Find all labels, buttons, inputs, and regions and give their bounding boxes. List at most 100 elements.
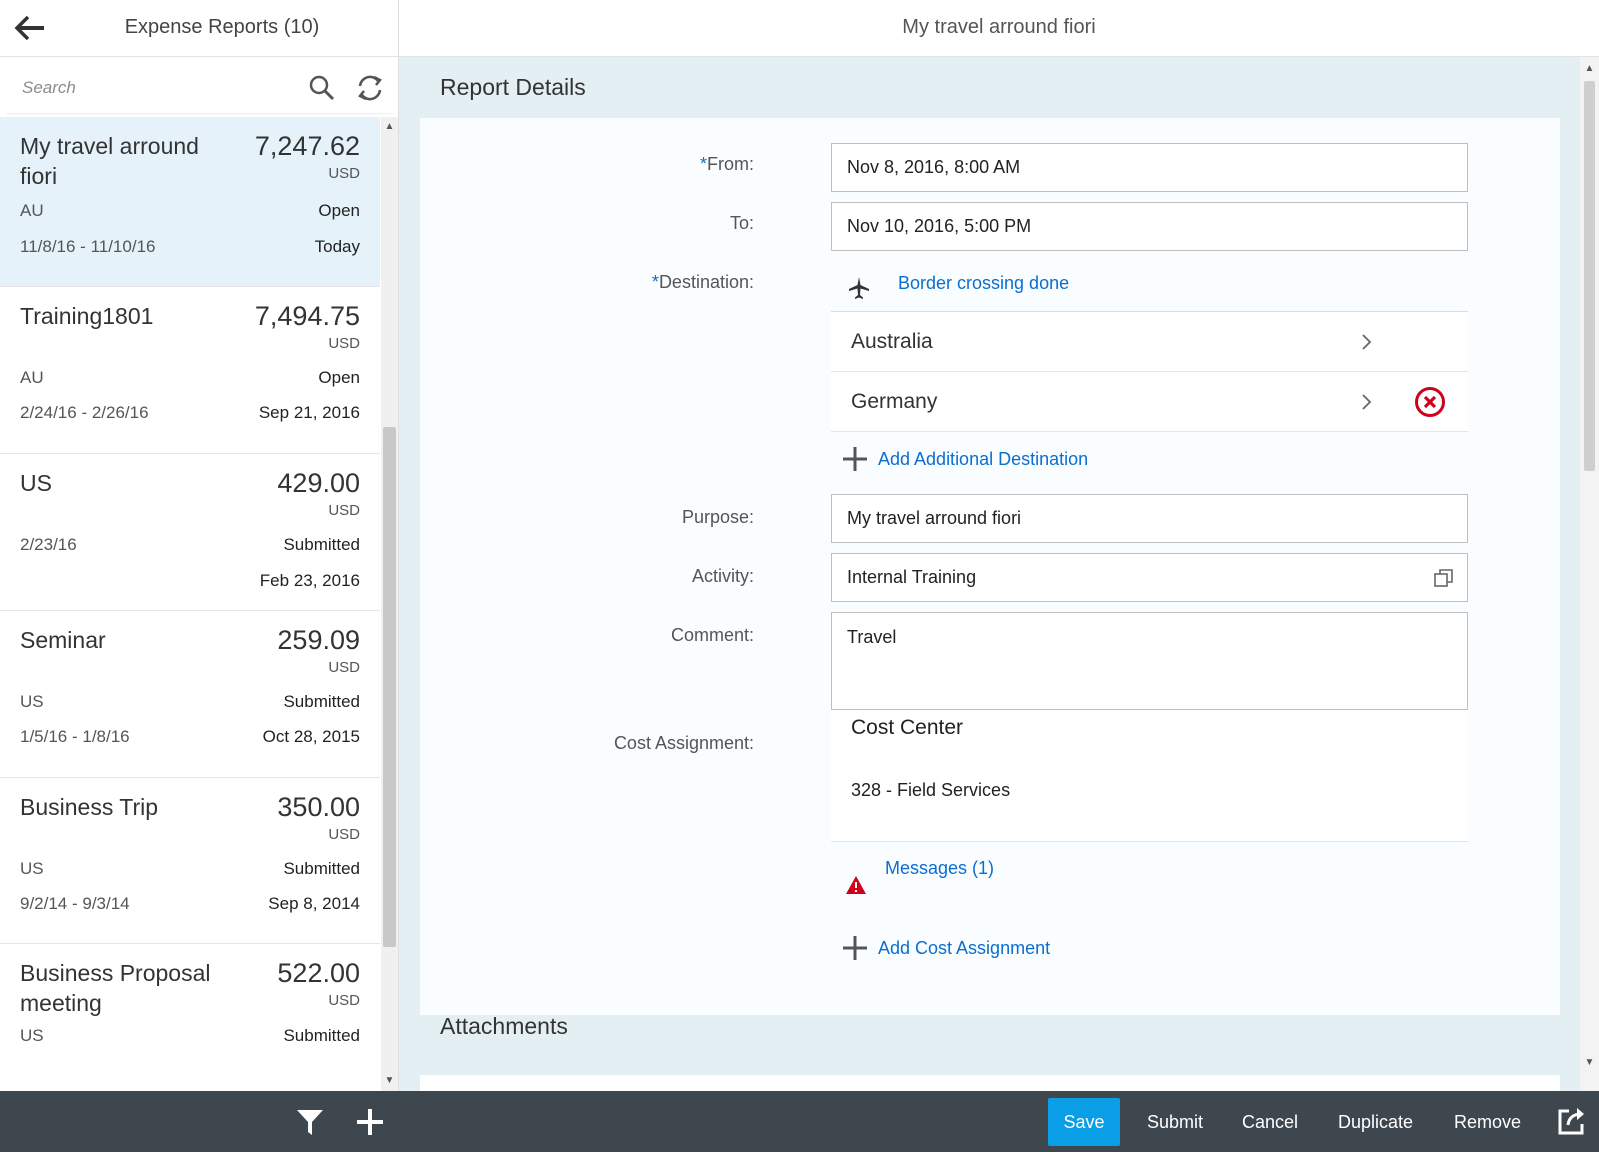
item-status: Open <box>318 368 360 387</box>
purpose-field[interactable] <box>831 494 1468 543</box>
comment-field[interactable]: Travel <box>831 612 1468 710</box>
list-item[interactable]: US 429.00 USD 2/23/16 Submitted Feb 23, … <box>0 454 380 611</box>
purpose-input[interactable] <box>832 495 1467 542</box>
item-currency: USD <box>328 502 360 519</box>
section-report-details: Report Details <box>440 74 586 100</box>
item-country: US <box>20 1026 44 1045</box>
item-amount: 7,494.75 <box>254 301 360 331</box>
list-item[interactable]: Business Trip 350.00 USD US Submitted 9/… <box>0 778 380 944</box>
add-icon[interactable] <box>842 935 868 961</box>
item-title: My travel arround fiori <box>20 133 199 189</box>
item-amount: 522.00 <box>277 958 360 988</box>
filter-icon[interactable] <box>294 1106 326 1138</box>
detail-scrollbar[interactable]: ▲ ▼ <box>1580 57 1599 1091</box>
item-date: Sep 21, 2016 <box>258 403 360 422</box>
border-crossing-link[interactable]: Border crossing done <box>898 273 1069 294</box>
expense-report-list: My travel arround fiori 7,247.62 USD AU … <box>0 117 380 1091</box>
item-date: Feb 23, 2016 <box>259 571 360 590</box>
airplane-icon <box>848 276 870 300</box>
scrollbar-thumb[interactable] <box>1584 81 1595 471</box>
item-currency: USD <box>328 335 360 352</box>
list-item[interactable]: My travel arround fiori 7,247.62 USD AU … <box>0 117 380 287</box>
master-pane: Expense Reports (10) My travel arround f… <box>0 0 399 1091</box>
list-item[interactable]: Business Proposal meeting 522.00 USD US … <box>0 944 380 1091</box>
scrollbar-thumb[interactable] <box>383 427 396 947</box>
destination-item-germany[interactable]: Germany <box>831 372 1468 432</box>
activity-field[interactable] <box>831 553 1468 602</box>
back-arrow-icon[interactable] <box>14 14 46 42</box>
add-icon[interactable] <box>354 1106 386 1138</box>
to-input[interactable] <box>832 203 1467 250</box>
item-country: US <box>20 859 44 878</box>
item-currency: USD <box>328 992 360 1009</box>
cost-type: Cost Center <box>851 716 964 739</box>
detail-pane: My travel arround fiori Report Details *… <box>399 0 1599 1095</box>
item-title: Business Proposal meeting <box>20 960 211 1016</box>
master-title: Expense Reports (10) <box>124 16 320 38</box>
item-date: Oct 28, 2015 <box>262 727 360 746</box>
search-icon[interactable] <box>308 74 336 102</box>
comment-textarea[interactable]: Travel <box>832 613 1467 709</box>
item-country: AU <box>20 368 44 387</box>
item-amount: 7,247.62 <box>254 131 360 161</box>
list-item[interactable]: Seminar 259.09 USD US Submitted 1/5/16 -… <box>0 611 380 778</box>
chevron-right-icon <box>1361 392 1373 412</box>
item-date-range: 9/2/14 - 9/3/14 <box>20 894 130 913</box>
item-title: Seminar <box>20 627 106 653</box>
activity-input[interactable] <box>832 554 1467 601</box>
item-date-range: 2/23/16 <box>20 535 77 554</box>
search-bar <box>6 64 393 114</box>
item-date: Today <box>314 237 360 256</box>
submit-button[interactable]: Submit <box>1133 1098 1217 1146</box>
scroll-down-icon[interactable]: ▼ <box>1584 1057 1595 1068</box>
destination-list: Australia Germany <box>831 311 1468 432</box>
item-status: Open <box>318 201 360 220</box>
from-input[interactable] <box>832 144 1467 191</box>
cost-assignment-label: Cost Assignment: <box>613 733 754 753</box>
from-field[interactable] <box>831 143 1468 192</box>
destination-label: *Destination: <box>651 272 754 292</box>
master-scrollbar[interactable]: ▲ ▼ <box>381 117 398 1091</box>
item-status: Submitted <box>283 1026 360 1045</box>
cost-assignment-box[interactable]: Cost Center 328 - Field Services <box>831 710 1468 842</box>
item-date-range: 1/5/16 - 1/8/16 <box>20 727 130 746</box>
to-label: To: <box>729 213 754 233</box>
cost-value: 328 - Field Services <box>851 780 1011 800</box>
item-date: Sep 8, 2014 <box>268 894 360 913</box>
value-help-icon[interactable] <box>1433 568 1455 588</box>
add-destination-link[interactable]: Add Additional Destination <box>878 449 1088 470</box>
scroll-up-icon[interactable]: ▲ <box>384 121 395 132</box>
duplicate-button[interactable]: Duplicate <box>1324 1098 1427 1146</box>
scroll-down-icon[interactable]: ▼ <box>384 1075 395 1086</box>
refresh-icon[interactable] <box>356 74 384 102</box>
item-title: US <box>20 470 52 496</box>
add-cost-assignment-link[interactable]: Add Cost Assignment <box>878 938 1050 959</box>
share-icon[interactable] <box>1556 1105 1588 1137</box>
comment-label: Comment: <box>670 625 754 645</box>
item-status: Submitted <box>283 535 360 554</box>
item-currency: USD <box>328 165 360 182</box>
item-title: Training1801 <box>20 303 154 329</box>
section-attachments: Attachments <box>440 1013 568 1039</box>
search-input[interactable] <box>6 64 296 112</box>
remove-button[interactable]: Remove <box>1440 1098 1535 1146</box>
master-header: Expense Reports (10) <box>0 0 398 57</box>
destination-item-australia[interactable]: Australia <box>831 312 1468 372</box>
footer-toolbar: Save Submit Cancel Duplicate Remove <box>0 1091 1599 1152</box>
item-amount: 259.09 <box>277 625 360 655</box>
item-status: Submitted <box>283 859 360 878</box>
delete-circle-icon[interactable] <box>1414 386 1446 418</box>
messages-link[interactable]: Messages (1) <box>885 858 994 879</box>
save-button[interactable]: Save <box>1048 1098 1120 1146</box>
item-country: AU <box>20 201 44 220</box>
list-item[interactable]: Training1801 7,494.75 USD AU Open 2/24/1… <box>0 287 380 454</box>
activity-label: Activity: <box>691 566 754 586</box>
to-field[interactable] <box>831 202 1468 251</box>
cancel-button[interactable]: Cancel <box>1228 1098 1312 1146</box>
scroll-up-icon[interactable]: ▲ <box>1584 63 1595 74</box>
detail-header: My travel arround fiori <box>399 0 1599 57</box>
item-currency: USD <box>328 826 360 843</box>
add-icon[interactable] <box>842 446 868 472</box>
item-date-range: 2/24/16 - 2/26/16 <box>20 403 149 422</box>
item-amount: 429.00 <box>277 468 360 498</box>
